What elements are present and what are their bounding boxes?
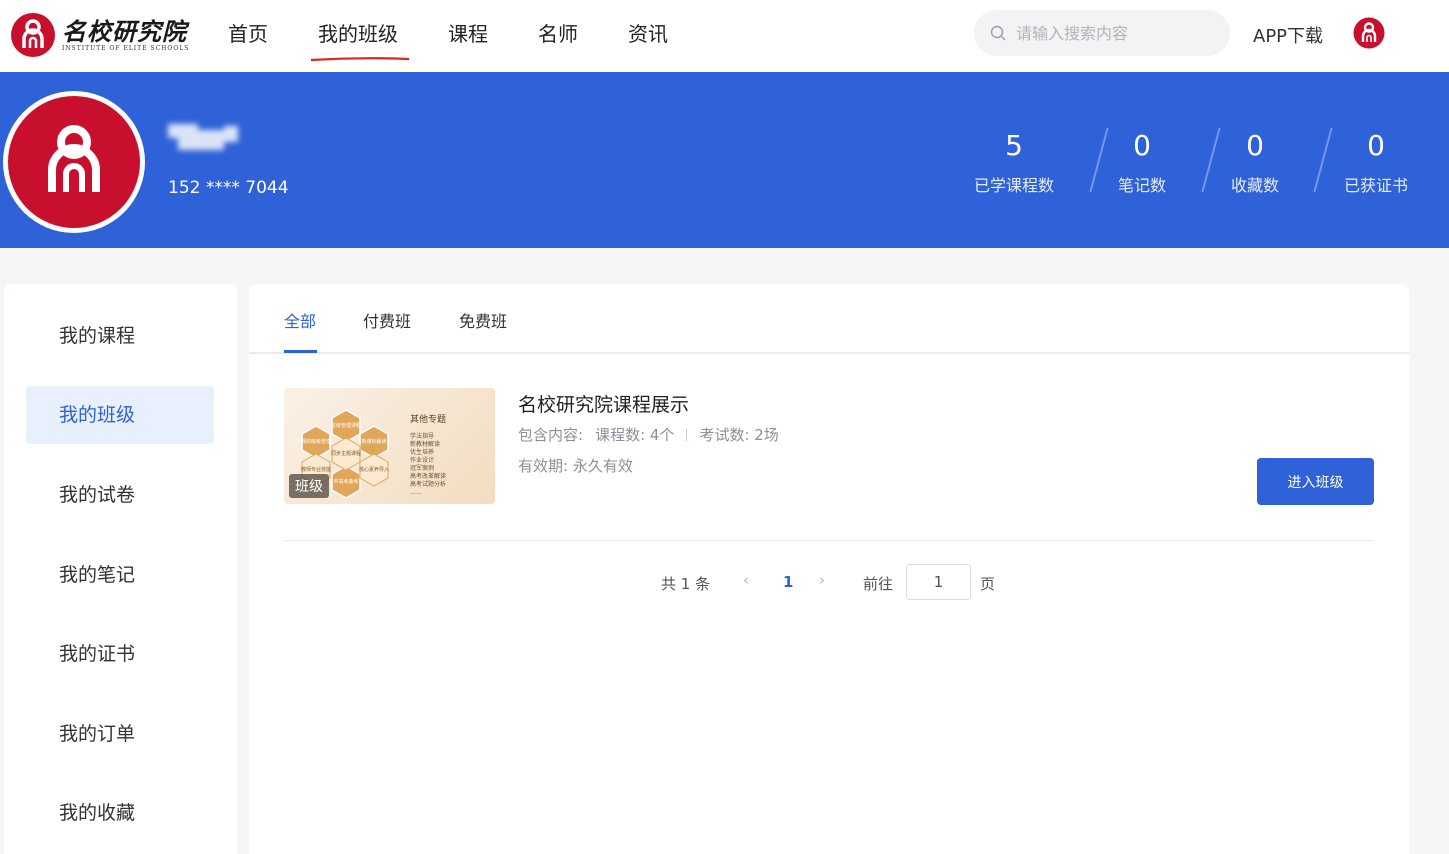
nav-home[interactable]: 首页 [228, 0, 268, 72]
stat-value: 5 [1005, 129, 1023, 162]
user-phone: 152 **** 7044 [168, 178, 289, 198]
thumb-list-item: 优生培养 [410, 448, 434, 456]
tab-all[interactable]: 全部 [284, 308, 316, 332]
nav-news[interactable]: 资讯 [628, 0, 668, 72]
sidebar-menu: 我的课程 我的班级 我的试卷 我的笔记 我的证书 我的订单 我的收藏 [4, 284, 237, 854]
meta-exam-count: 考试数: 2场 [699, 426, 779, 444]
goto-label: 前往 [863, 575, 894, 593]
hex-label: 教师专业技能 [301, 466, 331, 473]
thumb-list-item: 高考改革解读 [410, 472, 446, 480]
sidebar-item-my-orders[interactable]: 我的订单 [26, 705, 214, 763]
stat-notes[interactable]: 0 笔记数 [1082, 128, 1202, 196]
nav-teachers[interactable]: 名师 [538, 0, 578, 72]
meta-course-count: 课程数: 4个 [595, 426, 675, 444]
sidebar-item-my-notes[interactable]: 我的笔记 [26, 546, 214, 604]
thumb-heading: 其他专题 [410, 413, 446, 425]
tab-active-indicator [284, 350, 317, 353]
class-validity: 有效期: 永久有效 [518, 457, 633, 475]
main-nav: 首页 我的班级 课程 名师 资讯 [228, 0, 718, 72]
sidebar-item-my-courses[interactable]: 我的课程 [26, 307, 214, 365]
class-title[interactable]: 名校研究院课程展示 [518, 390, 689, 417]
current-page[interactable]: 1 [783, 573, 793, 591]
stat-favorites[interactable]: 0 收藏数 [1195, 128, 1315, 196]
stat-value: 0 [1246, 129, 1264, 162]
tab-free[interactable]: 免费班 [459, 308, 507, 332]
pagination: 共 1 条 ‹ 1 › 前往 页 [249, 564, 1409, 600]
main-panel: 全部 付费班 免费班 班级管理课程 我的班级管理 新课标解读 中高考备考 教师专… [249, 284, 1409, 854]
avatar-logo-icon [48, 125, 100, 192]
meta-prefix: 包含内容: [518, 426, 584, 444]
meta-divider [686, 428, 688, 441]
sidebar-item-my-exams[interactable]: 我的试卷 [26, 466, 214, 524]
stat-value: 0 [1133, 129, 1151, 162]
hex-label: 我的班级管理 [301, 438, 331, 445]
sidebar-item-my-certificates[interactable]: 我的证书 [26, 625, 214, 683]
next-page-icon[interactable]: › [819, 571, 825, 589]
username-blurred [168, 124, 240, 152]
page-suffix: 页 [980, 575, 996, 593]
logo-icon [11, 13, 55, 57]
class-thumbnail[interactable]: 班级管理课程 我的班级管理 新课标解读 中高考备考 教师专业技能 同步主题课程 … [284, 388, 495, 504]
nav-my-class[interactable]: 我的班级 [310, 0, 410, 72]
stat-label: 已获证书 [1343, 176, 1408, 195]
search-icon [990, 25, 1006, 41]
stat-label: 笔记数 [1117, 176, 1166, 195]
thumb-list-item: 新教材解读 [410, 440, 440, 448]
thumb-list-item: 学法指导 [410, 432, 434, 440]
hex-label: 新课标解读 [361, 438, 386, 445]
thumb-list-item: 作业设计 [410, 456, 434, 464]
search-input[interactable] [1016, 23, 1216, 43]
stat-label: 收藏数 [1230, 176, 1279, 195]
profile-banner: 152 **** 7044 5 已学课程数 0 笔记数 0 收藏数 0 已获证书 [0, 72, 1449, 248]
goto-page-input[interactable] [906, 564, 971, 600]
stat-value: 0 [1367, 129, 1385, 162]
search-box[interactable] [974, 10, 1230, 56]
enter-class-button[interactable]: 进入班级 [1257, 458, 1374, 505]
thumb-list-item: …… [410, 489, 422, 496]
logo-subtitle: INSTITUTE OF ELITE SCHOOLS [62, 44, 190, 52]
site-logo[interactable]: 名校研究院 INSTITUTE OF ELITE SCHOOLS [10, 12, 189, 58]
class-tabs: 全部 付费班 免费班 [249, 284, 1409, 354]
app-download-link[interactable]: APP下载 [1253, 22, 1323, 48]
sidebar-item-my-class[interactable]: 我的班级 [26, 386, 214, 444]
stat-courses[interactable]: 5 已学课程数 [954, 128, 1074, 196]
list-divider [284, 540, 1374, 541]
thumb-list-item: 高考试题分析 [410, 480, 446, 488]
hex-label: 同步主题课程 [331, 450, 361, 457]
profile-avatar[interactable] [3, 91, 145, 233]
class-badge: 班级 [289, 474, 329, 498]
hex-label: 中高考备考 [333, 478, 358, 485]
thumb-list-item: 冠军案例 [410, 464, 434, 472]
user-avatar-icon[interactable] [1353, 17, 1385, 49]
stat-label: 已学课程数 [973, 176, 1054, 195]
stat-certificates[interactable]: 0 已获证书 [1316, 128, 1436, 196]
active-underline [310, 57, 410, 62]
nav-courses[interactable]: 课程 [448, 0, 488, 72]
sidebar-item-my-favorites[interactable]: 我的收藏 [26, 784, 214, 842]
pagination-total: 共 1 条 [661, 575, 711, 593]
hex-label: 核心素养导入 [359, 466, 389, 473]
class-meta: 包含内容: 课程数: 4个 考试数: 2场 [518, 424, 779, 445]
logo-title: 名校研究院 [62, 17, 187, 46]
top-header: 名校研究院 INSTITUTE OF ELITE SCHOOLS 首页 我的班级… [0, 0, 1449, 72]
prev-page-icon[interactable]: ‹ [743, 571, 749, 589]
tab-paid[interactable]: 付费班 [363, 308, 411, 332]
hex-label: 班级管理课程 [331, 422, 361, 429]
